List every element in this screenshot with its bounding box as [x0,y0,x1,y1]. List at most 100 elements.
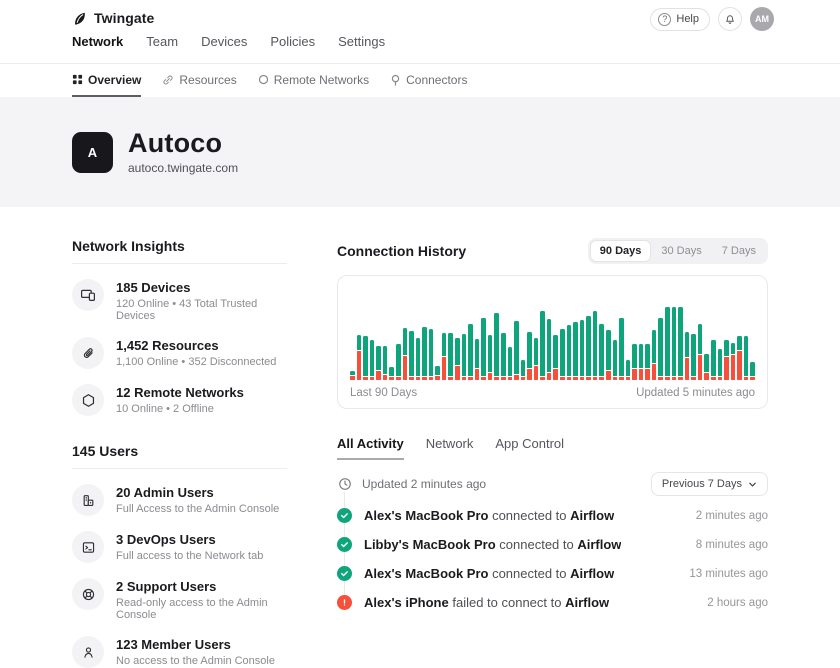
chart-bar[interactable] [416,289,421,380]
chart-bar[interactable] [737,289,742,380]
chart-bar[interactable] [442,289,447,380]
previous-7-days-dropdown[interactable]: Previous 7 Days [651,472,768,496]
chart-bar[interactable] [455,289,460,380]
range-90-days[interactable]: 90 Days [590,240,652,262]
range-30-days[interactable]: 30 Days [651,240,711,262]
tab-app-control[interactable]: App Control [495,436,564,460]
chart-bar[interactable] [685,289,690,380]
activity-row[interactable]: Alex's MacBook Pro connected to Airflow … [337,501,768,530]
nav-item-team[interactable]: Team [146,34,178,49]
stat-subtitle: 1,100 Online • 352 Disconnected [116,356,276,368]
chart-bar[interactable] [488,289,493,380]
chart-bar[interactable] [494,289,499,380]
stat-remote-networks[interactable]: 12 Remote Networks 10 Online • 2 Offline [72,384,287,416]
chart-bar[interactable] [658,289,663,380]
chart-bar[interactable] [567,289,572,380]
chart-bar[interactable] [462,289,467,380]
chart-bar[interactable] [560,289,565,380]
chart-bar[interactable] [599,289,604,380]
chart-bar[interactable] [389,289,394,380]
range-7-days[interactable]: 7 Days [712,240,766,262]
subnav-item-connectors[interactable]: Connectors [390,64,467,97]
alert-circle-icon [337,595,352,610]
chart-bar[interactable] [718,289,723,380]
chart-bar[interactable] [731,289,736,380]
chart-bar[interactable] [396,289,401,380]
stat-admin-users[interactable]: 20 Admin Users Full Access to the Admin … [72,484,287,516]
chart-bar[interactable] [376,289,381,380]
tab-network[interactable]: Network [426,436,474,460]
chart-bar[interactable] [403,289,408,380]
chart-bar[interactable] [573,289,578,380]
nav-item-network[interactable]: Network [72,34,123,49]
chart-bar[interactable] [363,289,368,380]
chart-bar[interactable] [711,289,716,380]
stat-member-users[interactable]: 123 Member Users No access to the Admin … [72,636,287,668]
chart-bar[interactable] [501,289,506,380]
chart-bar[interactable] [724,289,729,380]
chart-bar[interactable] [508,289,513,380]
chart-bar[interactable] [639,289,644,380]
chart-bar[interactable] [357,289,362,380]
help-button[interactable]: ? Help [650,8,710,31]
network-insights-title: Network Insights [72,238,287,264]
stat-devops-users[interactable]: 3 DevOps Users Full access to the Networ… [72,531,287,563]
chart-bar[interactable] [534,289,539,380]
chart-bar[interactable] [468,289,473,380]
chart-bar[interactable] [678,289,683,380]
chart-bar[interactable] [606,289,611,380]
chart-bar[interactable] [547,289,552,380]
chart-bar[interactable] [540,289,545,380]
chart-bar[interactable] [593,289,598,380]
chart-bar[interactable] [652,289,657,380]
chart-bar[interactable] [514,289,519,380]
top-bar: Twingate ? Help AM Network Team Devices … [0,0,840,64]
subnav-item-overview[interactable]: Overview [72,64,141,97]
subnav-item-resources[interactable]: Resources [162,64,236,97]
chart-bar[interactable] [665,289,670,380]
stat-devices[interactable]: 185 Devices 120 Online • 43 Total Truste… [72,279,287,322]
chart-bar[interactable] [704,289,709,380]
activity-row[interactable]: Libby's MacBook Pro connected to Airflow… [337,530,768,559]
chart-bar[interactable] [750,289,755,380]
user-avatar[interactable]: AM [750,7,774,31]
chart-bar[interactable] [698,289,703,380]
subnav-label: Overview [88,73,141,87]
chart-bar[interactable] [383,289,388,380]
notifications-button[interactable] [718,7,742,31]
chart-bar[interactable] [613,289,618,380]
tab-all-activity[interactable]: All Activity [337,436,404,460]
nav-item-settings[interactable]: Settings [338,34,385,49]
chart-bar[interactable] [409,289,414,380]
chart-bar[interactable] [691,289,696,380]
activity-row[interactable]: Alex's iPhone failed to connect to Airfl… [337,588,768,617]
chart-bar[interactable] [672,289,677,380]
chart-bar[interactable] [370,289,375,380]
chart-bar[interactable] [521,289,526,380]
stat-resources[interactable]: 1,452 Resources 1,100 Online • 352 Disco… [72,337,287,369]
stat-title: 1,452 Resources [116,337,276,353]
activity-row[interactable]: Alex's MacBook Pro connected to Airflow … [337,559,768,588]
chart-bar[interactable] [481,289,486,380]
chart-bar[interactable] [619,289,624,380]
chart-bar[interactable] [448,289,453,380]
chart-bar[interactable] [632,289,637,380]
chart-bar[interactable] [350,289,355,380]
activity-updated-label: Updated 2 minutes ago [362,477,486,491]
chart-bar[interactable] [580,289,585,380]
chart-bar[interactable] [744,289,749,380]
chart-bar[interactable] [553,289,558,380]
chart-bar[interactable] [429,289,434,380]
link-icon [162,74,174,86]
chart-bar[interactable] [475,289,480,380]
chart-bar[interactable] [586,289,591,380]
chart-bar[interactable] [626,289,631,380]
subnav-item-remote-networks[interactable]: Remote Networks [258,64,369,97]
chart-bar[interactable] [527,289,532,380]
chart-bar[interactable] [435,289,440,380]
stat-subtitle: Full Access to the Admin Console [116,503,279,515]
chart-bar[interactable] [422,289,427,380]
nav-item-policies[interactable]: Policies [270,34,315,49]
chart-bar[interactable] [645,289,650,380]
nav-item-devices[interactable]: Devices [201,34,247,49]
